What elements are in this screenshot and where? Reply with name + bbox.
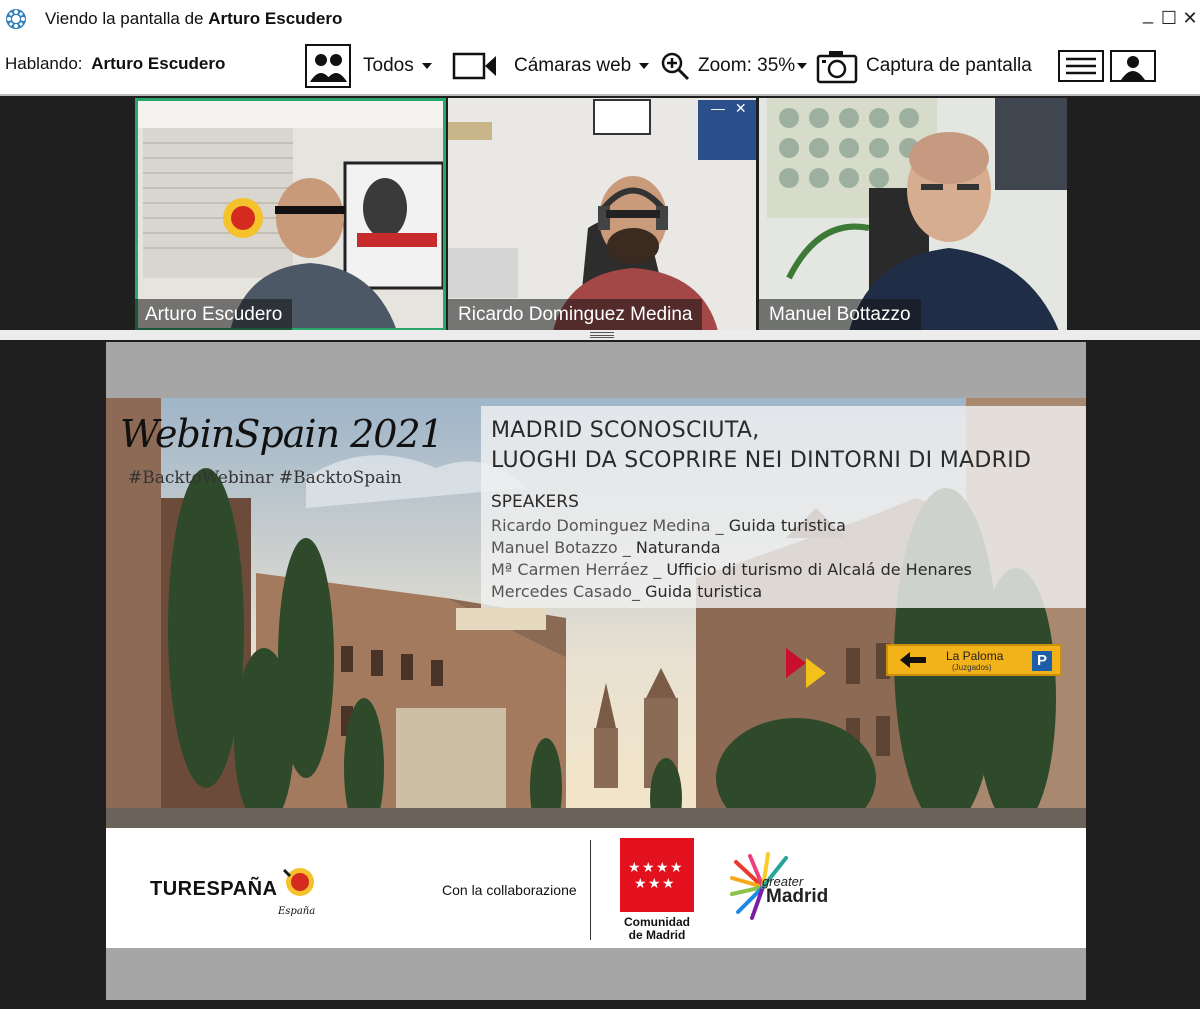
camera-icon (452, 52, 496, 80)
chevron-down-icon (421, 63, 432, 69)
svg-text:★: ★ (670, 860, 683, 876)
zoom-button[interactable]: Zoom: 35% (660, 48, 808, 84)
shared-screen: WebinSpain 2021 #BacktoWebinar #BacktoSp… (3, 340, 1197, 1006)
speaker-name: Mª Carmen Herráez _ (491, 560, 662, 579)
parking-icon: P (1032, 651, 1052, 671)
slide-footer: TURESPAÑA España Con la collaborazione ★… (106, 828, 1086, 948)
window-title-name: Arturo Escudero (208, 9, 343, 28)
turespana-logo: TURESPAÑA (150, 878, 278, 900)
chevron-down-icon (639, 63, 650, 69)
screenshot-button[interactable]: Captura de pantalla (816, 48, 1032, 84)
arrow-left-icon (900, 652, 926, 668)
greater-madrid-big: Madrid (766, 886, 829, 907)
cameras-button[interactable]: Cámaras web (452, 48, 650, 84)
svg-text:★: ★ (662, 876, 675, 892)
speaking-name: Arturo Escudero (91, 54, 226, 73)
people-icon (305, 44, 351, 88)
svg-text:★: ★ (642, 860, 655, 876)
headline-panel: MADRID SCONOSCIUTA, LUOGHI DA SCOPRIRE N… (481, 406, 1086, 608)
close-tile-icon[interactable]: ✕ (735, 100, 747, 116)
speaker-item: Mercedes Casado_ Guida turistica (491, 582, 762, 601)
collaboration-label: Con la collaborazione (442, 882, 577, 898)
svg-text:★: ★ (628, 860, 641, 876)
video-tile-3[interactable]: Manuel Bottazzo (759, 98, 1067, 331)
drag-handle-icon[interactable] (590, 332, 614, 338)
main-view: Arturo Escudero Ricardo Dominguez Medina (0, 94, 1200, 1009)
street-sign-label: La Paloma (946, 649, 1004, 663)
cameras-label: Cámaras web (514, 55, 632, 76)
speaker-role: Naturanda (635, 538, 721, 557)
event-hashtags: #BacktoWebinar #BacktoSpain (128, 468, 402, 488)
speaker-name: Mercedes Casado_ (491, 582, 640, 601)
speaker-role: Ufficio di turismo di Alcalá de Henares (666, 560, 972, 579)
view-all-label: Todos (363, 55, 414, 76)
participant-video (135, 98, 446, 331)
maximize-button[interactable]: ☐ (1159, 8, 1179, 28)
screenshot-camera-icon (816, 51, 858, 84)
svg-text:★: ★ (634, 876, 647, 892)
speaking-indicator: Hablando: Arturo Escudero (5, 54, 225, 74)
espana-logo-icon (282, 868, 314, 896)
viewer-window: Viendo la pantalla de Arturo Escudero _ … (0, 0, 1200, 1009)
list-icon (1058, 50, 1104, 82)
speaker-name: Ricardo Dominguez Medina _ (491, 516, 724, 535)
window-title: Viendo la pantalla de Arturo Escudero (45, 9, 342, 29)
chevron-down-icon (797, 63, 808, 69)
footer-divider (590, 840, 591, 940)
screenshot-label: Captura de pantalla (866, 55, 1032, 76)
speaker-name: Manuel Botazzo _ (491, 538, 631, 557)
speaker-role: Guida turistica (728, 516, 846, 535)
speaker-item: Ricardo Dominguez Medina _ Guida turisti… (491, 516, 846, 535)
layout-splitter[interactable] (0, 330, 1200, 340)
speaker-item: Mª Carmen Herráez _ Ufficio di turismo d… (491, 560, 972, 579)
participant-name: Arturo Escudero (135, 299, 293, 331)
comunidad-madrid-logo: ★ ★ ★ ★ ★ ★ ★ (620, 838, 694, 912)
espana-logo-text: España (278, 906, 316, 917)
person-icon (1110, 50, 1156, 82)
video-tile-2[interactable]: Ricardo Dominguez Medina — ✕ (448, 98, 756, 331)
layout-list-button[interactable] (1058, 48, 1104, 84)
participant-video (759, 98, 1067, 331)
minimize-tile-icon[interactable]: — (711, 100, 725, 116)
headline-line-2: LUOGHI DA SCOPRIRE NEI DINTORNI DI MADRI… (491, 448, 1032, 473)
toolbar: Hablando: Arturo Escudero Todos Cámaras … (0, 38, 1200, 94)
close-button[interactable]: ✕ (1180, 8, 1200, 28)
participant-name: Ricardo Dominguez Medina (448, 299, 703, 331)
speaker-role: Guida turistica (645, 582, 763, 601)
title-bar: Viendo la pantalla de Arturo Escudero _ … (0, 0, 1200, 38)
street-sign-sub: (Juzgados) (952, 663, 992, 672)
street-sign: La Paloma (Juzgados) P (886, 644, 1062, 676)
window-title-prefix: Viendo la pantalla de (45, 9, 204, 28)
video-tile-1[interactable]: Arturo Escudero (135, 98, 446, 331)
presentation-slide: WebinSpain 2021 #BacktoWebinar #BacktoSp… (106, 342, 1086, 1000)
tile-controls: — ✕ (711, 100, 755, 116)
headline: MADRID SCONOSCIUTA, LUOGHI DA SCOPRIRE N… (491, 416, 1031, 476)
comunidad-line-2: de Madrid (628, 928, 686, 942)
speaking-label: Hablando: (5, 54, 83, 73)
participant-name: Manuel Bottazzo (759, 299, 921, 331)
stars-icon: ★ ★ ★ ★ ★ ★ ★ (628, 860, 683, 892)
headline-line-1: MADRID SCONOSCIUTA, (491, 418, 760, 443)
event-title: WebinSpain 2021 (120, 412, 444, 456)
comunidad-madrid-text: Comunidad de Madrid (618, 916, 696, 942)
app-icon (6, 9, 26, 29)
svg-text:★: ★ (648, 876, 661, 892)
minimize-button[interactable]: _ (1138, 4, 1158, 24)
slide-photo: WebinSpain 2021 #BacktoWebinar #BacktoSp… (106, 398, 1086, 828)
zoom-in-icon (661, 52, 690, 81)
speaker-view-button[interactable] (1110, 48, 1156, 84)
view-all-button[interactable]: Todos (305, 44, 432, 88)
participant-video (448, 98, 756, 331)
zoom-label: Zoom: 35% (698, 55, 796, 76)
speakers-title: SPEAKERS (491, 492, 579, 512)
svg-text:★: ★ (656, 860, 669, 876)
speaker-item: Manuel Botazzo _ Naturanda (491, 538, 721, 557)
